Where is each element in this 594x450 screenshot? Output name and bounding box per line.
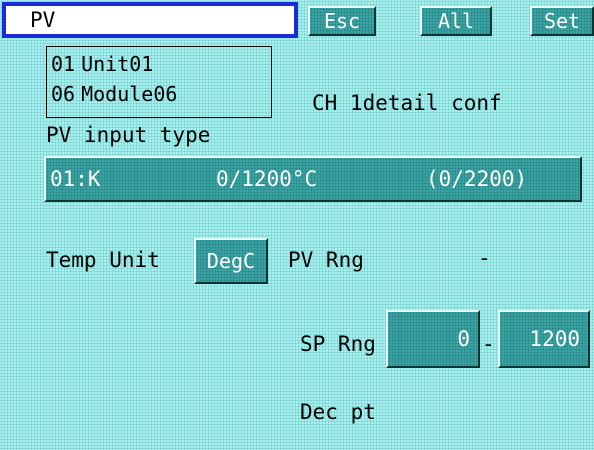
esc-button[interactable]: Esc [308, 6, 376, 36]
dec-pt-label: Dec pt [300, 400, 376, 424]
module-line: 06 Module06 [51, 79, 271, 109]
pv-input-range: 0/1200°C [216, 167, 318, 191]
set-button[interactable]: Set [530, 6, 594, 36]
sp-range-high-button[interactable]: 1200 [498, 310, 590, 368]
sp-range-low-value: 0 [457, 327, 470, 351]
temp-unit-label: Temp Unit [46, 248, 160, 272]
sp-range-separator: - [482, 332, 495, 356]
pv-input-raw-range: (0/2200) [426, 167, 528, 191]
module-number: 06 [51, 82, 76, 106]
unit-name: Unit01 [81, 52, 154, 76]
pv-input-type-label: PV input type [46, 123, 211, 147]
pv-range-label: PV Rng [288, 248, 364, 272]
all-button-label: All [437, 9, 475, 33]
set-button-label: Set [543, 9, 581, 33]
unit-module-box[interactable]: 01 Unit01 06 Module06 [46, 46, 272, 118]
unit-line: 01 Unit01 [51, 49, 271, 79]
sp-range-low-button[interactable]: 0 [386, 310, 480, 368]
sp-range-label: SP Rng [300, 332, 376, 356]
temp-unit-button[interactable]: DegC [194, 238, 268, 284]
unit-number: 01 [51, 52, 76, 76]
channel-detail-label: CH 1detail conf [312, 91, 502, 115]
pv-input-code: 01:K [50, 167, 101, 191]
pv-range-value: - [478, 246, 491, 270]
all-button[interactable]: All [420, 6, 492, 36]
esc-button-label: Esc [323, 9, 361, 33]
pv-input-type-selector[interactable]: 01:K 0/1200°C (0/2200) [44, 156, 582, 202]
sp-range-high-value: 1200 [529, 327, 580, 351]
temp-unit-value: DegC [206, 249, 256, 273]
screen-title-box: PV [2, 2, 298, 38]
module-name: Module06 [81, 82, 178, 106]
screen-title: PV [30, 8, 56, 32]
